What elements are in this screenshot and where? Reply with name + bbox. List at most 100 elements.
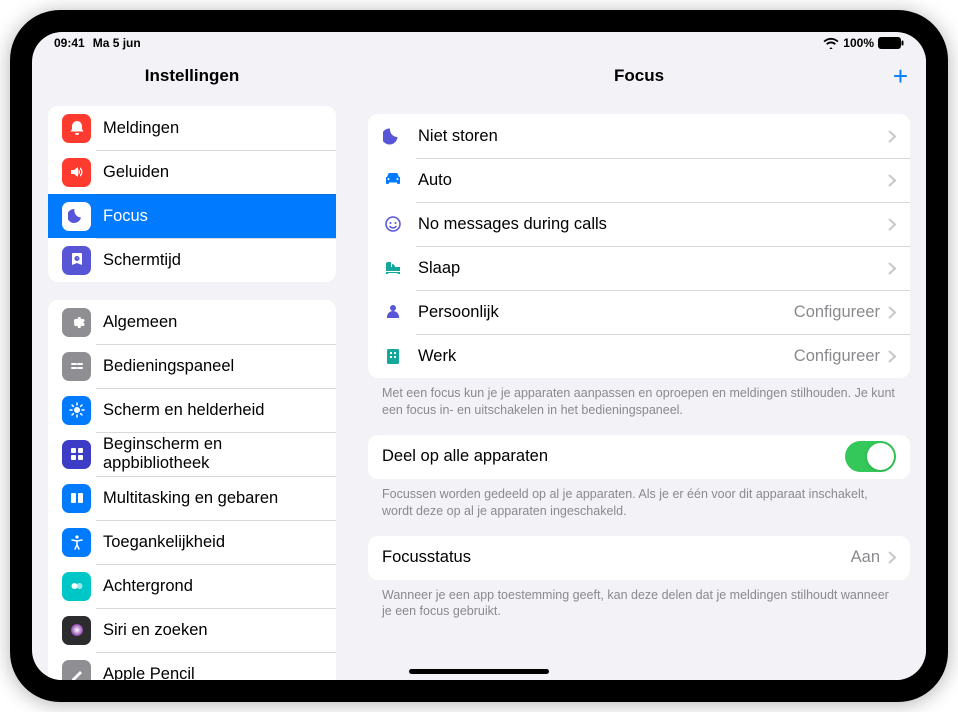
meldingen-icon <box>62 114 91 143</box>
sidebar-item-label: Geluiden <box>103 163 322 182</box>
detail-scroll[interactable]: Niet storen Auto No messages during calls S… <box>352 98 926 680</box>
focus-modes-group: Niet storen Auto No messages during calls S… <box>368 114 910 378</box>
add-focus-button[interactable]: + <box>893 63 908 89</box>
sidebar-item-label: Algemeen <box>103 313 322 332</box>
sidebar-group-1: Meldingen Geluiden Focus Schermtijd <box>48 106 336 282</box>
scherm-helderheid-icon <box>62 396 91 425</box>
chevron-right-icon <box>888 174 896 187</box>
chevron-right-icon <box>888 306 896 319</box>
focus-status-row[interactable]: Focusstatus Aan <box>368 536 910 580</box>
screen: 09:41 Ma 5 jun 100% Instellingen <box>32 32 926 680</box>
wifi-icon <box>823 37 839 49</box>
beginscherm-icon <box>62 440 91 469</box>
focus-detail: Focus + Niet storen Auto No messages durin… <box>352 54 926 680</box>
focus-mode-werk[interactable]: WerkConfigureer <box>368 334 910 378</box>
algemeen-icon <box>62 308 91 337</box>
sidebar-item-label: Beginscherm en appbibliotheek <box>103 435 322 473</box>
sidebar-item-algemeen[interactable]: Algemeen <box>48 300 336 344</box>
focus-mode-slaap[interactable]: Slaap <box>368 246 910 290</box>
sidebar-item-label: Toegankelijkheid <box>103 533 322 552</box>
sidebar-item-scherm-helderheid[interactable]: Scherm en helderheid <box>48 388 336 432</box>
focus-mode-value: Configureer <box>794 347 880 366</box>
focus-mode-label: Auto <box>418 171 888 190</box>
sidebar-header: Instellingen <box>32 54 352 98</box>
sidebar-item-label: Apple Pencil <box>103 665 322 681</box>
sidebar-item-bedieningspaneel[interactable]: Bedieningspaneel <box>48 344 336 388</box>
chevron-right-icon <box>888 130 896 143</box>
multitasking-icon <box>62 484 91 513</box>
settings-sidebar: Instellingen Meldingen Geluiden Focus Scher… <box>32 54 352 680</box>
focus-mode-auto[interactable]: Auto <box>368 158 910 202</box>
detail-header: Focus + <box>352 54 926 98</box>
chevron-right-icon <box>888 262 896 275</box>
sidebar-item-toegankelijkheid[interactable]: Toegankelijkheid <box>48 520 336 564</box>
focus-mode-no-messages[interactable]: No messages during calls <box>368 202 910 246</box>
sidebar-item-beginscherm[interactable]: Beginscherm en appbibliotheek <box>48 432 336 476</box>
focus-mode-label: No messages during calls <box>418 215 888 234</box>
status-date: Ma 5 jun <box>93 36 141 50</box>
achtergrond-icon <box>62 572 91 601</box>
focus-mode-value: Configureer <box>794 303 880 322</box>
siri-icon <box>62 616 91 645</box>
focus-mode-label: Persoonlijk <box>418 303 794 322</box>
werk-icon <box>382 345 404 367</box>
sidebar-item-label: Scherm en helderheid <box>103 401 322 420</box>
battery-percent: 100% <box>843 36 874 50</box>
share-group: Deel op alle apparaten <box>368 435 910 479</box>
share-label: Deel op alle apparaten <box>382 447 845 466</box>
toegankelijkheid-icon <box>62 528 91 557</box>
focus-status-footer: Wanneer je een app toestemming geeft, ka… <box>368 580 910 621</box>
sidebar-item-label: Focus <box>103 207 322 226</box>
sidebar-item-multitasking[interactable]: Multitasking en gebaren <box>48 476 336 520</box>
sidebar-item-apple-pencil[interactable]: Apple Pencil <box>48 652 336 680</box>
sidebar-item-label: Achtergrond <box>103 577 322 596</box>
focus-mode-label: Niet storen <box>418 127 888 146</box>
sidebar-item-geluiden[interactable]: Geluiden <box>48 150 336 194</box>
split-view: Instellingen Meldingen Geluiden Focus Scher… <box>32 54 926 680</box>
focus-status-value: Aan <box>851 548 880 567</box>
sidebar-item-label: Multitasking en gebaren <box>103 489 322 508</box>
sidebar-item-siri[interactable]: Siri en zoeken <box>48 608 336 652</box>
no-messages-icon <box>382 213 404 235</box>
share-on-all-devices-row[interactable]: Deel op alle apparaten <box>368 435 910 479</box>
slaap-icon <box>382 257 404 279</box>
chevron-right-icon <box>888 218 896 231</box>
sidebar-item-schermtijd[interactable]: Schermtijd <box>48 238 336 282</box>
status-bar: 09:41 Ma 5 jun 100% <box>32 32 926 54</box>
sidebar-item-focus[interactable]: Focus <box>48 194 336 238</box>
auto-icon <box>382 169 404 191</box>
persoonlijk-icon <box>382 301 404 323</box>
sidebar-item-label: Bedieningspaneel <box>103 357 322 376</box>
sidebar-item-meldingen[interactable]: Meldingen <box>48 106 336 150</box>
focus-icon <box>62 202 91 231</box>
sidebar-scroll[interactable]: Meldingen Geluiden Focus Schermtijd Algemee… <box>32 98 352 680</box>
focus-mode-label: Slaap <box>418 259 888 278</box>
focus-modes-footer: Met een focus kun je je apparaten aanpas… <box>368 378 910 419</box>
device-frame: 09:41 Ma 5 jun 100% Instellingen <box>10 10 948 702</box>
focus-status-label: Focusstatus <box>382 548 851 567</box>
sidebar-item-label: Schermtijd <box>103 251 322 270</box>
sidebar-group-2: Algemeen Bedieningspaneel Scherm en helder… <box>48 300 336 680</box>
focus-mode-niet-storen[interactable]: Niet storen <box>368 114 910 158</box>
detail-title: Focus <box>614 66 664 86</box>
home-indicator[interactable] <box>409 669 549 674</box>
status-time: 09:41 <box>54 36 85 50</box>
chevron-right-icon <box>888 350 896 363</box>
focus-mode-persoonlijk[interactable]: PersoonlijkConfigureer <box>368 290 910 334</box>
chevron-right-icon <box>888 551 896 564</box>
sidebar-item-label: Meldingen <box>103 119 322 138</box>
share-footer: Focussen worden gedeeld op al je apparat… <box>368 479 910 520</box>
sidebar-item-label: Siri en zoeken <box>103 621 322 640</box>
focus-status-group: Focusstatus Aan <box>368 536 910 580</box>
sidebar-title: Instellingen <box>145 66 239 86</box>
focus-mode-label: Werk <box>418 347 794 366</box>
bedieningspaneel-icon <box>62 352 91 381</box>
schermtijd-icon <box>62 246 91 275</box>
niet-storen-icon <box>382 125 404 147</box>
geluiden-icon <box>62 158 91 187</box>
sidebar-item-achtergrond[interactable]: Achtergrond <box>48 564 336 608</box>
battery-icon <box>878 37 904 49</box>
switch-knob <box>867 443 894 470</box>
share-switch[interactable] <box>845 441 896 472</box>
apple-pencil-icon <box>62 660 91 681</box>
